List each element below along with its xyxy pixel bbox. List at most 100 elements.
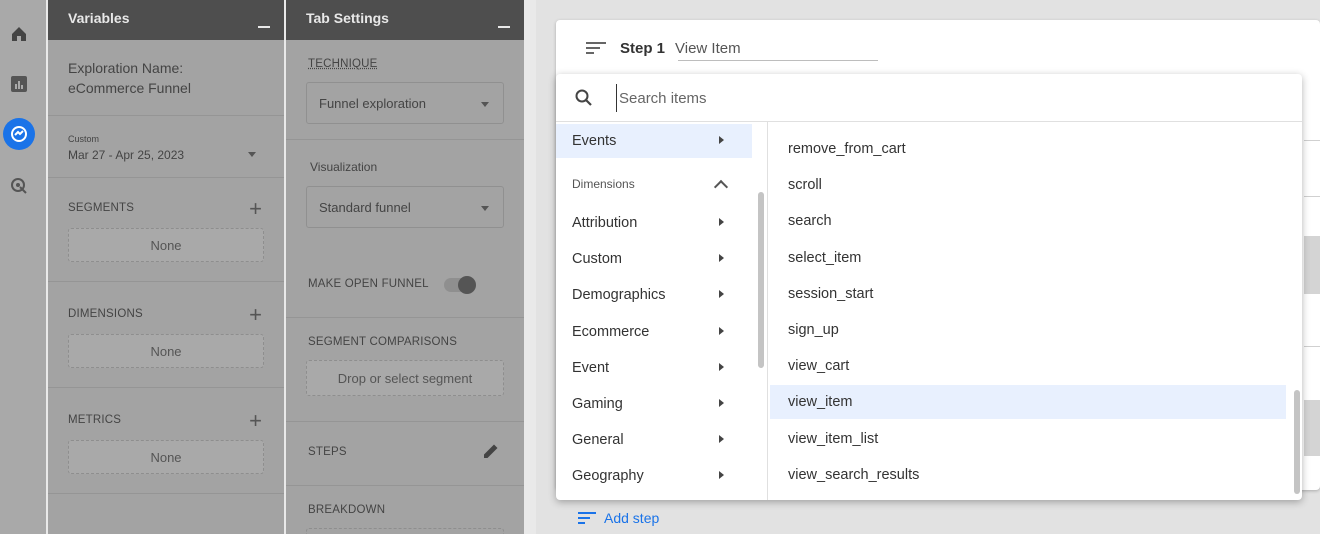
breakdown-drop-zone[interactable] (306, 528, 504, 534)
technique-label: TECHNIQUE (286, 58, 524, 70)
dimensions-group-label: Dimensions (572, 177, 635, 191)
metrics-none: None (68, 440, 264, 474)
date-tag: Custom (68, 134, 264, 144)
toggle-knob (458, 276, 476, 294)
event-item[interactable]: search (770, 204, 1286, 238)
category-geography[interactable]: Geography (556, 459, 752, 493)
chevron-down-icon (481, 102, 489, 107)
item-scrollbar[interactable] (1294, 390, 1300, 494)
divider (1304, 346, 1320, 347)
canvas-side-block (1304, 400, 1320, 456)
tab-settings-title: Tab Settings (306, 10, 389, 26)
segments-none: None (68, 228, 264, 262)
canvas-side-block (1304, 236, 1320, 294)
category-event[interactable]: Event (556, 351, 752, 385)
steps-section: STEPS (286, 422, 524, 486)
add-segment-icon[interactable]: + (249, 198, 262, 220)
category-label: Gaming (572, 396, 623, 412)
add-metric-icon[interactable]: + (249, 410, 262, 432)
home-icon[interactable] (7, 22, 31, 46)
variables-panel: Variables Exploration Name: eCommerce Fu… (48, 0, 284, 534)
add-step-icon (578, 512, 596, 524)
search-icon (574, 88, 594, 108)
category-scrollbar[interactable] (758, 192, 764, 368)
segments-section: SEGMENTS + None (48, 178, 284, 282)
visualization-label: Visualization (286, 160, 524, 174)
step-name-input[interactable]: View Item (675, 40, 741, 57)
category-custom[interactable]: Custom (556, 242, 752, 276)
open-funnel-label: MAKE OPEN FUNNEL (308, 278, 429, 290)
item-picker-dropdown: Events Dimensions Attribution Custom Demog… (556, 74, 1302, 500)
technique-value: Funnel exploration (319, 96, 426, 111)
visualization-select[interactable]: Standard funnel (306, 186, 504, 228)
add-step-label: Add step (604, 510, 659, 526)
chevron-right-icon (719, 327, 724, 335)
tab-settings-panel: Tab Settings TECHNIQUE Funnel exploratio… (286, 0, 524, 534)
segment-comparisons-section: SEGMENT COMPARISONS Drop or select segme… (286, 318, 524, 422)
category-label: Custom (572, 251, 622, 267)
metrics-section: METRICS + None (48, 388, 284, 494)
category-ecommerce[interactable]: Ecommerce (556, 315, 752, 349)
step-label: Step 1 (620, 40, 665, 57)
search-input[interactable] (616, 84, 1216, 112)
category-gaming[interactable]: Gaming (556, 387, 752, 421)
breakdown-section: BREAKDOWN (286, 486, 524, 534)
explore-icon[interactable] (3, 118, 35, 150)
event-item[interactable]: view_item_list (770, 422, 1286, 456)
category-label: Event (572, 360, 609, 376)
event-item[interactable]: sign_up (770, 313, 1286, 347)
category-label: Demographics (572, 287, 666, 303)
chevron-right-icon (719, 254, 724, 262)
segment-drop-zone[interactable]: Drop or select segment (306, 360, 504, 396)
event-item[interactable]: view_cart (770, 349, 1286, 383)
date-range-value: Mar 27 - Apr 25, 2023 (68, 148, 264, 162)
tab-settings-header: Tab Settings (286, 0, 524, 40)
category-label: Geography (572, 468, 644, 484)
exploration-name-section[interactable]: Exploration Name: eCommerce Funnel (48, 40, 284, 116)
reports-icon[interactable] (7, 72, 31, 96)
event-item[interactable]: remove_from_cart (770, 132, 1286, 166)
step-header: Step 1 View Item (586, 36, 741, 60)
step-name-underline (678, 60, 878, 61)
divider (1304, 140, 1320, 141)
advertising-icon[interactable] (7, 174, 31, 198)
chevron-right-icon (719, 363, 724, 371)
minimize-icon[interactable] (498, 26, 510, 28)
visualization-value: Standard funnel (319, 200, 411, 215)
add-step-button[interactable]: Add step (578, 510, 659, 526)
event-item[interactable]: scroll (770, 168, 1286, 202)
breakdown-label: BREAKDOWN (286, 504, 524, 516)
chevron-down-icon (481, 206, 489, 211)
category-attribution[interactable]: Attribution (556, 206, 752, 240)
edit-pencil-icon[interactable] (482, 442, 500, 465)
category-label: Attribution (572, 215, 637, 231)
sort-lines-icon (586, 41, 606, 55)
chevron-right-icon (719, 435, 724, 443)
technique-select[interactable]: Funnel exploration (306, 82, 504, 124)
chevron-right-icon (719, 399, 724, 407)
minimize-icon[interactable] (258, 26, 270, 28)
category-events[interactable]: Events (556, 124, 752, 158)
visualization-section: Visualization Standard funnel MAKE OPEN … (286, 140, 524, 318)
chevron-right-icon (719, 136, 724, 144)
event-item[interactable]: view_item (770, 385, 1286, 419)
date-range-section[interactable]: Custom Mar 27 - Apr 25, 2023 (48, 116, 284, 178)
event-item-list: remove_from_cart scroll search select_item s… (770, 122, 1302, 500)
chevron-up-icon[interactable] (714, 180, 728, 194)
dimensions-section: DIMENSIONS + None (48, 282, 284, 388)
event-item[interactable]: session_start (770, 277, 1286, 311)
category-label: Ecommerce (572, 324, 649, 340)
exploration-name-label: Exploration Name: (68, 60, 264, 76)
left-nav-rail (0, 0, 46, 534)
open-funnel-toggle[interactable] (444, 278, 476, 292)
chevron-right-icon (719, 290, 724, 298)
add-dimension-icon[interactable]: + (249, 304, 262, 326)
event-item[interactable]: view_search_results (770, 458, 1286, 492)
variables-header: Variables (48, 0, 284, 40)
category-general[interactable]: General (556, 423, 752, 457)
event-item[interactable]: select_item (770, 241, 1286, 275)
divider (1304, 196, 1320, 197)
category-demographics[interactable]: Demographics (556, 278, 752, 312)
chevron-right-icon (719, 218, 724, 226)
chevron-down-icon[interactable] (248, 152, 256, 157)
